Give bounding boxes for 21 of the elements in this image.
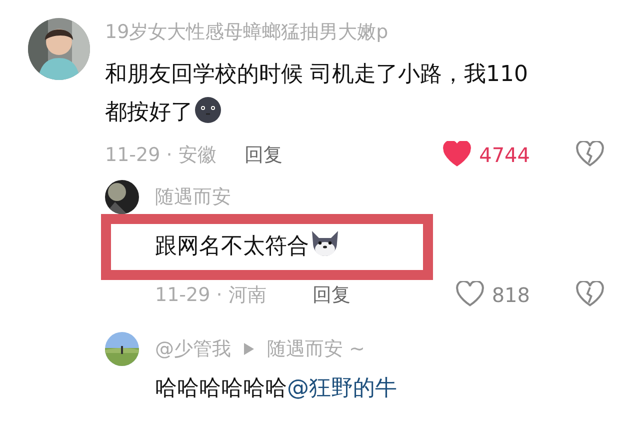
- triangle-icon: [243, 342, 255, 356]
- like-count: 818: [492, 282, 530, 309]
- comment-date: 11-29 · 河南: [155, 283, 266, 308]
- author-name: @少管我: [155, 337, 231, 362]
- broken-heart-icon[interactable]: [576, 281, 604, 309]
- heart-icon[interactable]: [443, 141, 472, 169]
- face-emoji-icon: [193, 94, 223, 124]
- comment-date: 11-29 · 安徽: [105, 143, 216, 168]
- heart-icon[interactable]: [456, 281, 484, 309]
- comment-text: 和朋友回学校的时候 司机走了小路，我110都按好了: [105, 61, 529, 127]
- comment-text: 哈哈哈哈哈哈@狂野的牛: [155, 375, 398, 403]
- reply-link[interactable]: 回复: [312, 280, 350, 310]
- reply-target-name: 随遇而安 ~: [267, 337, 365, 362]
- like-count: 4744: [479, 142, 530, 169]
- broken-heart-icon[interactable]: [576, 141, 604, 169]
- dog-emoji-icon: [309, 228, 341, 258]
- mention-link[interactable]: @狂野的牛: [287, 376, 397, 401]
- comment-text: 跟网名不太符合: [155, 228, 423, 266]
- reply-link[interactable]: 回复: [244, 140, 282, 170]
- author-name: 随遇而安: [155, 185, 231, 210]
- author-name: 19岁女大性感母蟑螂猛抽男大嫩p: [105, 20, 390, 45]
